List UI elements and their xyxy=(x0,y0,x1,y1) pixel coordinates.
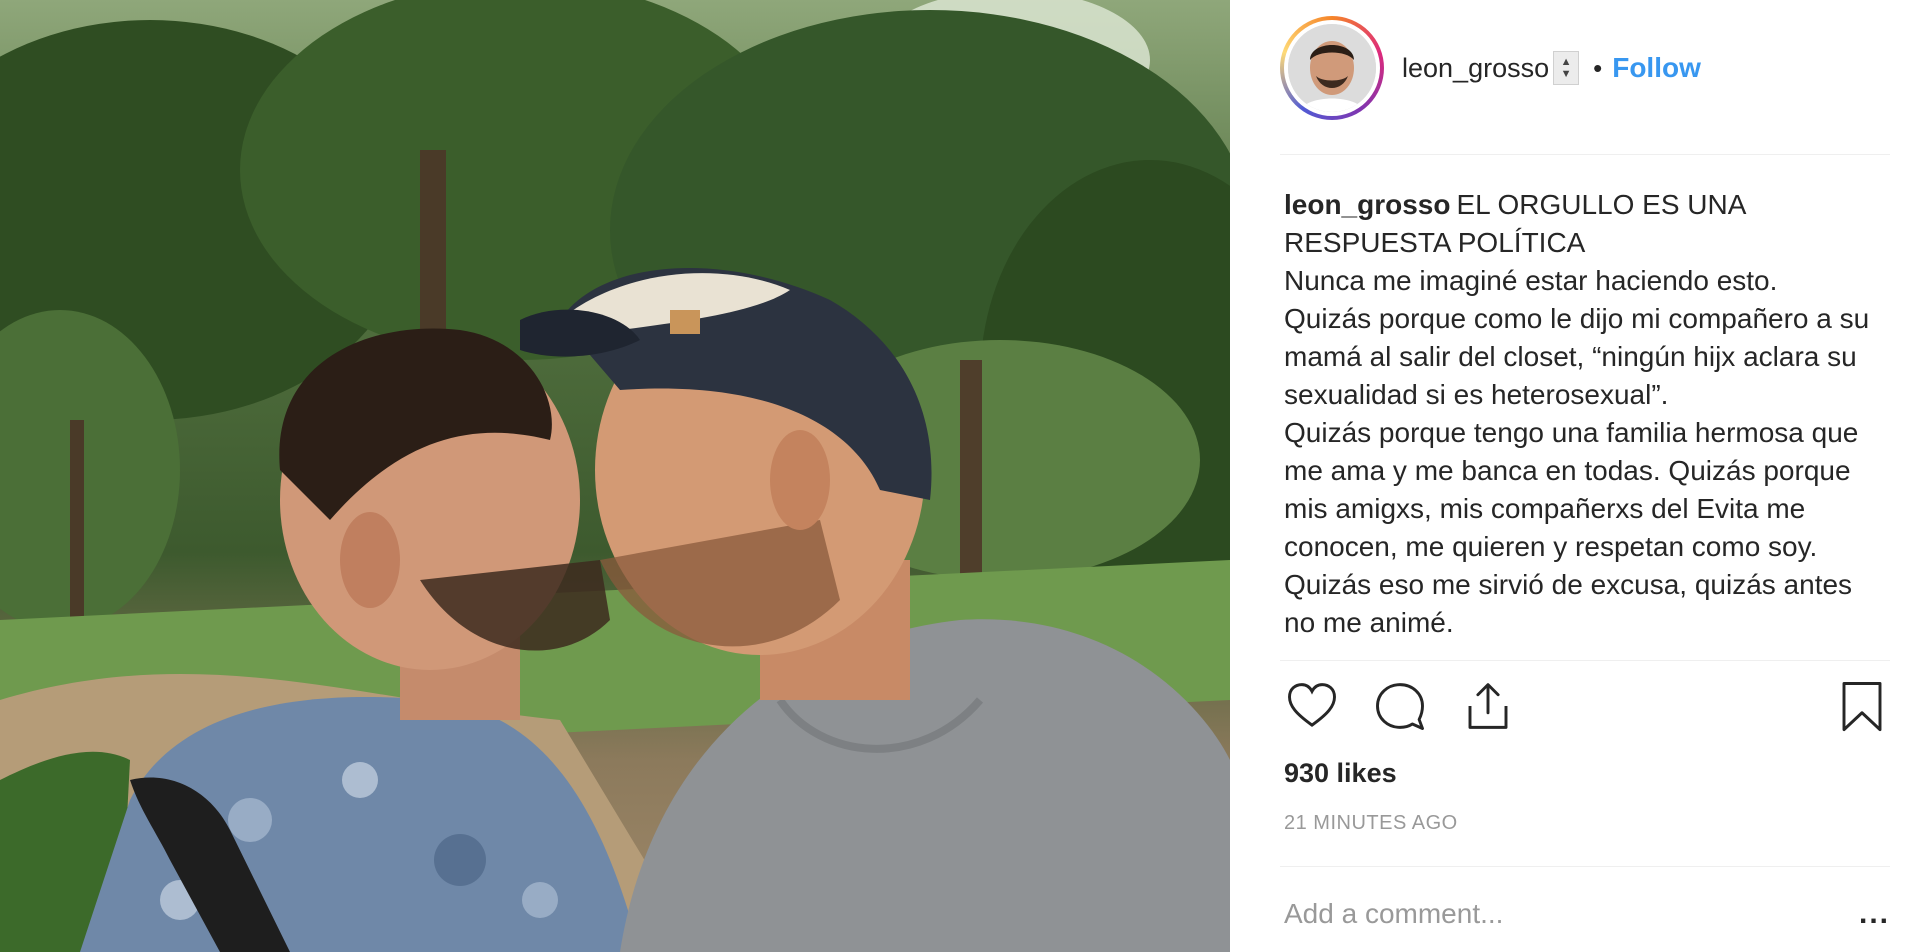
caption-line: Nunca me imaginé estar haciendo esto. xyxy=(1284,265,1778,296)
post-actions xyxy=(1284,678,1890,734)
header-divider xyxy=(1280,154,1890,155)
more-options-button[interactable]: ... xyxy=(1859,897,1890,931)
separator-dot: • xyxy=(1593,52,1603,83)
post-header: leon_grosso ▲ ▼ • Follow xyxy=(1280,16,1880,120)
comment-bubble-icon[interactable] xyxy=(1372,678,1428,734)
bookmark-icon[interactable] xyxy=(1834,678,1890,734)
caption-line: Quizás eso me sirvió de excusa, quizás a… xyxy=(1284,569,1853,638)
caption-divider xyxy=(1280,660,1890,661)
caption-author-link[interactable]: leon_grosso xyxy=(1284,189,1450,220)
author-username-link[interactable]: leon_grosso xyxy=(1402,53,1549,84)
post-photo-illustration xyxy=(0,0,1230,952)
avatar-photo xyxy=(1288,24,1376,112)
caption-line: Quizás porque tengo una familia hermosa … xyxy=(1284,417,1859,562)
avatar[interactable] xyxy=(1280,16,1384,120)
post-photo[interactable] xyxy=(0,0,1230,952)
follow-button[interactable]: Follow xyxy=(1612,52,1701,84)
post-side-panel: leon_grosso ▲ ▼ • Follow leon_grosso EL OR… xyxy=(1230,0,1920,952)
add-comment-input[interactable] xyxy=(1284,898,1859,930)
heart-icon[interactable] xyxy=(1284,678,1340,734)
comment-divider xyxy=(1280,866,1890,867)
likes-count-link[interactable]: 930 likes xyxy=(1284,758,1397,789)
caption-heading: leon_grosso EL ORGULLO ES UNA RESPUESTA P… xyxy=(1284,186,1884,262)
comment-row: ... xyxy=(1284,892,1890,936)
caption-line: Quizás porque como le dijo mi compañero … xyxy=(1284,303,1870,410)
post-caption: leon_grosso EL ORGULLO ES UNA RESPUESTA P… xyxy=(1284,186,1884,660)
post-timestamp[interactable]: 21 MINUTES AGO xyxy=(1284,812,1458,835)
share-icon[interactable] xyxy=(1460,678,1516,734)
sort-updown-icon[interactable]: ▲ ▼ xyxy=(1553,51,1580,85)
